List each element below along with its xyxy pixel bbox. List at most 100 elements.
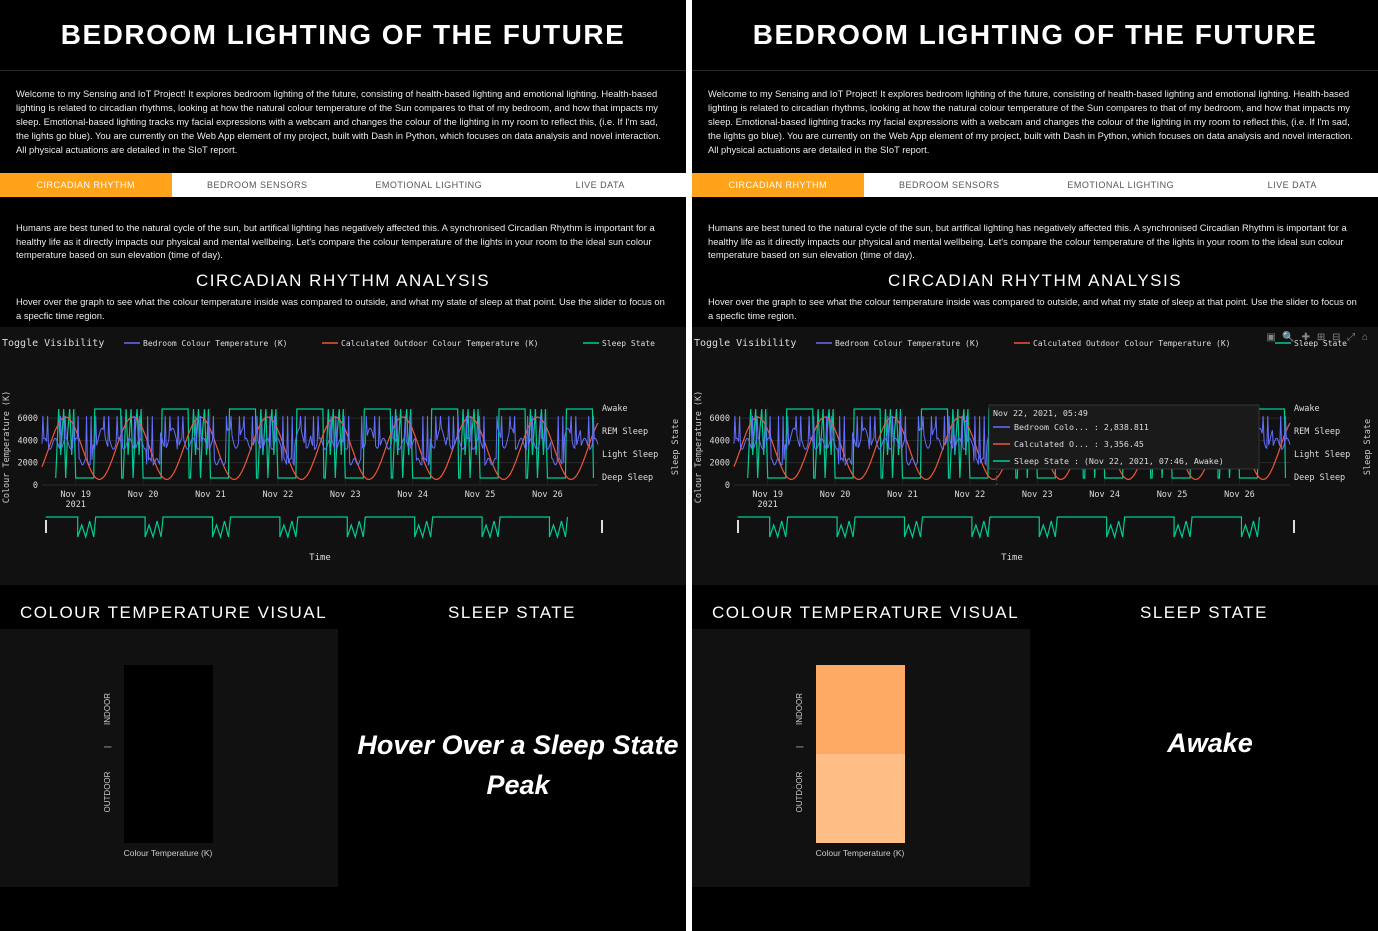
circadian-chart[interactable]: ▣ 🔍 ✚ ⊞ ⊟ ⤢ ⌂ Toggle Visibility Bedroom C… — [692, 327, 1378, 585]
x-tick-label: Nov 19 — [752, 490, 783, 500]
tooltip-row: Sleep State : (Nov 22, 2021, 07:46, Awak… — [1014, 456, 1224, 466]
tab-circadian-rhythm[interactable]: CIRCADIAN RHYTHM — [692, 173, 864, 197]
vis-separator: | — [795, 746, 804, 748]
panel-left: BEDROOM LIGHTING OF THE FUTURE Welcome t… — [0, 0, 686, 931]
y2-tick-label: Light Sleep — [602, 450, 658, 460]
tab-bar: CIRCADIAN RHYTHM BEDROOM SENSORS EMOTION… — [0, 173, 686, 197]
analysis-title: CIRCADIAN RHYTHM ANALYSIS — [887, 271, 1183, 290]
intro-text: Welcome to my Sensing and IoT Project! I… — [16, 88, 661, 155]
indoor-colour-bar — [816, 665, 905, 754]
legend-title: Toggle Visibility — [694, 338, 796, 349]
legend-item: Sleep State — [1294, 339, 1347, 348]
x-tick-label: Nov 21 — [195, 490, 226, 500]
analysis-hint: Hover over the graph to see what the col… — [708, 296, 1357, 321]
tab-live-data[interactable]: LIVE DATA — [514, 173, 686, 197]
outdoor-label: OUTDOOR — [103, 771, 112, 812]
bottom-section: COLOUR TEMPERATURE VISUAL SLEEP STATE IN… — [692, 585, 1378, 903]
x-tick-label: Nov 23 — [1022, 490, 1053, 500]
intro-text: Welcome to my Sensing and IoT Project! I… — [708, 88, 1353, 155]
sleep-state-title: SLEEP STATE — [1140, 603, 1268, 622]
page-title: BEDROOM LIGHTING OF THE FUTURE — [0, 0, 686, 71]
indoor-colour-bar — [124, 665, 213, 754]
colour-visual-chart[interactable]: INDOOR | OUTDOOR Colour Temperature (K) — [692, 629, 1030, 887]
x-tick-label: Nov 25 — [465, 490, 496, 500]
tooltip-row: Calculated O... : 3,356.45 — [1014, 439, 1144, 449]
colour-visual-title: COLOUR TEMPERATURE VISUAL — [712, 603, 1020, 622]
circadian-intro: Humans are best tuned to the natural cyc… — [16, 222, 655, 260]
circadian-intro: Humans are best tuned to the natural cyc… — [708, 222, 1347, 260]
y-tick-label: 4000 — [710, 436, 730, 446]
y-tick-label: 0 — [725, 481, 730, 491]
x-tick-label: Nov 21 — [887, 490, 918, 500]
y2-tick-label: Light Sleep — [1294, 450, 1350, 460]
y2-tick-label: Awake — [602, 404, 628, 414]
tab-bedroom-sensors[interactable]: BEDROOM SENSORS — [171, 173, 343, 197]
y-tick-label: 2000 — [710, 459, 730, 469]
y2-axis-label: Sleep State — [1363, 419, 1373, 475]
x-tick-label: Nov 24 — [397, 490, 428, 500]
legend-item: Calculated Outdoor Colour Temperature (K… — [1033, 339, 1230, 348]
page-title: BEDROOM LIGHTING OF THE FUTURE — [692, 0, 1378, 71]
range-slider-line — [45, 516, 569, 540]
circadian-chart[interactable]: Toggle Visibility Bedroom Colour Temperat… — [0, 327, 686, 585]
x-tick-year: 2021 — [757, 500, 777, 510]
y-tick-label: 0 — [33, 481, 38, 491]
colour-visual-chart[interactable]: INDOOR | OUTDOOR Colour Temperature (K) — [0, 629, 338, 887]
sleep-state-value: Hover Over a Sleep State Peak — [357, 730, 679, 800]
y2-tick-label: Deep Sleep — [602, 473, 653, 483]
colour-visual-title: COLOUR TEMPERATURE VISUAL — [20, 603, 328, 622]
tab-bedroom-sensors[interactable]: BEDROOM SENSORS — [863, 173, 1035, 197]
tab-emotional-lighting[interactable]: EMOTIONAL LIGHTING — [343, 173, 515, 197]
tab-live-data[interactable]: LIVE DATA — [1206, 173, 1378, 197]
y2-tick-label: Awake — [1294, 404, 1320, 414]
y-tick-label: 4000 — [18, 436, 38, 446]
legend-item: Bedroom Colour Temperature (K) — [143, 339, 288, 348]
bottom-section: COLOUR TEMPERATURE VISUAL SLEEP STATE IN… — [0, 585, 686, 903]
circadian-chart-svg[interactable]: Toggle Visibility Bedroom Colour Temperat… — [0, 327, 686, 585]
tooltip-row: Bedroom Colo... : 2,838.811 — [1014, 422, 1149, 432]
vis-x-axis-label: Colour Temperature (K) — [816, 848, 905, 858]
tooltip-header: Nov 22, 2021, 05:49 — [993, 408, 1088, 418]
y-tick-label: 2000 — [18, 459, 38, 469]
legend-item: Bedroom Colour Temperature (K) — [835, 339, 980, 348]
x-tick-label: Nov 26 — [532, 490, 563, 500]
analysis-title: CIRCADIAN RHYTHM ANALYSIS — [195, 271, 491, 290]
legend-item: Sleep State — [602, 339, 655, 348]
vis-separator: | — [103, 746, 112, 748]
colour-visual-svg: INDOOR | OUTDOOR Colour Temperature (K) — [795, 665, 905, 858]
indoor-label: INDOOR — [103, 693, 112, 725]
vis-x-axis-label: Colour Temperature (K) — [124, 848, 213, 858]
tab-circadian-rhythm[interactable]: CIRCADIAN RHYTHM — [0, 173, 172, 197]
outdoor-label: OUTDOOR — [795, 771, 804, 812]
circadian-chart-svg[interactable]: Toggle Visibility Bedroom Colour Temperat… — [692, 327, 1378, 585]
y2-axis-label: Sleep State — [671, 419, 681, 475]
range-slider-line — [737, 516, 1261, 540]
legend-item: Calculated Outdoor Colour Temperature (K… — [341, 339, 538, 348]
y-tick-label: 6000 — [18, 414, 38, 424]
x-tick-label: Nov 20 — [128, 490, 159, 500]
outdoor-colour-bar — [816, 754, 905, 843]
indoor-label: INDOOR — [795, 693, 804, 725]
colour-visual-svg: INDOOR | OUTDOOR Colour Temperature (K) — [103, 665, 213, 858]
outdoor-colour-bar — [124, 754, 213, 843]
x-tick-label: Nov 26 — [1224, 490, 1255, 500]
sleep-state-value: Awake — [1167, 728, 1253, 758]
x-tick-label: Nov 24 — [1089, 490, 1120, 500]
y-axis-label: Colour Temperature (K) — [694, 391, 704, 504]
y2-tick-label: Deep Sleep — [1294, 473, 1345, 483]
y2-tick-label: REM Sleep — [602, 427, 648, 437]
y2-tick-label: REM Sleep — [1294, 427, 1340, 437]
x-tick-label: Nov 20 — [820, 490, 851, 500]
x-tick-label: Nov 23 — [330, 490, 361, 500]
tab-bar: CIRCADIAN RHYTHM BEDROOM SENSORS EMOTION… — [692, 173, 1378, 197]
x-axis-label: Time — [309, 553, 331, 563]
legend-title: Toggle Visibility — [2, 338, 104, 349]
x-tick-year: 2021 — [65, 500, 85, 510]
x-axis-label: Time — [1001, 553, 1023, 563]
x-tick-label: Nov 22 — [955, 490, 986, 500]
x-tick-label: Nov 25 — [1157, 490, 1188, 500]
y-axis-label: Colour Temperature (K) — [2, 391, 12, 504]
tab-emotional-lighting[interactable]: EMOTIONAL LIGHTING — [1035, 173, 1207, 197]
y-tick-label: 6000 — [710, 414, 730, 424]
x-tick-label: Nov 22 — [263, 490, 294, 500]
